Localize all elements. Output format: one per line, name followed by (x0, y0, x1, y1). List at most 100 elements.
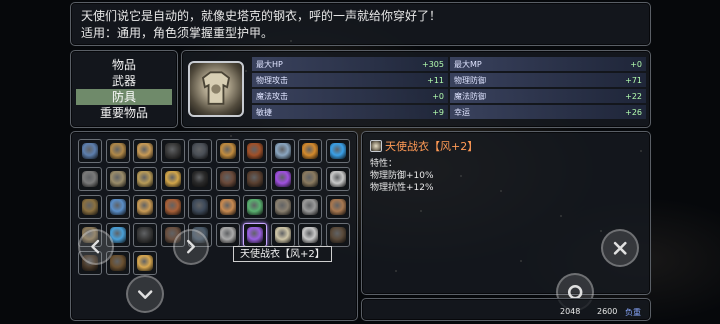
inventory-slot[interactable] (325, 167, 350, 191)
inventory-slot[interactable] (215, 223, 240, 247)
inventory-slot[interactable] (160, 139, 185, 163)
stat-label: 魔法攻击 (256, 91, 288, 101)
inventory-slot[interactable] (133, 251, 157, 275)
boots-icon (247, 171, 263, 187)
weight-footer: 2048 2600 负重 (361, 298, 651, 321)
inventory-slot[interactable] (215, 195, 240, 219)
inventory-slot[interactable] (270, 167, 295, 191)
crown-icon (274, 171, 291, 187)
inventory-slot[interactable] (160, 195, 185, 219)
inventory-slot[interactable] (105, 195, 130, 219)
stat-label: 敏捷 (256, 107, 272, 117)
inventory-slot[interactable] (133, 223, 157, 247)
description-line-1: 天使们说它是自动的，就像史塔克的钢衣，呼的一声就给你穿好了！ (81, 9, 442, 23)
stats-grid: 最大HP +305 最大MP +0 物理攻击 +11 物理防御 +71 魔法攻击 +0 魔法防御 +2… (252, 57, 646, 119)
ring-icon (247, 199, 263, 215)
stat-row: 幸运 +26 (450, 105, 646, 119)
helmet-icon (192, 143, 208, 159)
inventory-slot[interactable] (133, 195, 157, 219)
inventory-slot[interactable] (133, 167, 157, 191)
scroll-down-button[interactable] (126, 275, 164, 313)
category-menu: 物品 武器 防具 重要物品 (70, 50, 178, 128)
shield-icon (82, 143, 98, 159)
inventory-slot[interactable] (298, 195, 322, 219)
stat-label: 魔法防御 (454, 91, 486, 101)
armor-icon (329, 227, 346, 243)
inventory-slot[interactable] (243, 195, 267, 219)
gloves-icon (164, 199, 181, 215)
stat-row: 最大MP +0 (450, 57, 646, 71)
helmet-icon (329, 171, 346, 187)
ring-icon (329, 143, 346, 159)
inventory-slot[interactable] (298, 223, 322, 247)
weight-max: 2600 (597, 307, 618, 316)
stat-value: +305 (422, 59, 444, 69)
armor-icon (109, 143, 126, 159)
stat-row: 魔法攻击 +0 (252, 89, 448, 103)
inventory-slot[interactable] (105, 167, 130, 191)
stat-row: 物理攻击 +11 (252, 73, 448, 87)
armor-icon (247, 227, 263, 243)
inventory-slot[interactable] (78, 167, 102, 191)
trait-line: 物理防御+10% (370, 171, 434, 181)
inventory-slot[interactable] (78, 195, 102, 219)
inventory-slot[interactable] (133, 139, 157, 163)
traits-label: 特性： (370, 159, 398, 169)
inventory-slot[interactable] (78, 139, 102, 163)
stat-value: +71 (625, 75, 642, 85)
armor-icon (329, 199, 346, 215)
close-button[interactable] (601, 229, 639, 267)
stat-value: +26 (625, 107, 642, 117)
inventory-panel (70, 131, 358, 321)
armor-icon (274, 227, 291, 243)
inventory-slot[interactable] (243, 167, 267, 191)
armor-icon (302, 143, 318, 159)
stat-label: 物理攻击 (256, 75, 288, 85)
stat-value: +22 (625, 91, 642, 101)
inventory-slot[interactable] (243, 223, 267, 247)
inventory-slot[interactable] (325, 223, 350, 247)
stat-label: 最大MP (454, 59, 482, 69)
stat-value: +11 (427, 75, 444, 85)
inventory-slot[interactable] (298, 139, 322, 163)
previous-page-button[interactable] (78, 229, 114, 265)
ring-icon (302, 227, 318, 243)
chevron-right-icon (187, 240, 196, 254)
armor-icon (109, 255, 126, 271)
inventory-slot[interactable] (270, 195, 295, 219)
boots-icon (219, 171, 236, 187)
next-page-button[interactable] (173, 229, 209, 265)
inventory-slot[interactable] (270, 139, 295, 163)
cloak-icon (164, 143, 181, 159)
trait-line: 物理抗性+12% (370, 183, 434, 193)
inventory-slot[interactable] (215, 167, 240, 191)
stat-row: 物理防御 +71 (450, 73, 646, 87)
inventory-slot[interactable] (215, 139, 240, 163)
armor-icon (137, 171, 153, 187)
category-item[interactable]: 物品 (76, 57, 172, 73)
inventory-slot[interactable] (298, 167, 322, 191)
stat-row: 最大HP +305 (252, 57, 448, 71)
inventory-slot[interactable] (188, 195, 212, 219)
cloak-icon (192, 171, 208, 187)
detail-title-row: 天使战衣【风+2】 (370, 138, 642, 154)
inventory-slot[interactable] (325, 139, 350, 163)
stat-row: 魔法防御 +22 (450, 89, 646, 103)
inventory-slot[interactable] (270, 223, 295, 247)
chevron-left-icon (91, 240, 100, 254)
armor-icon (109, 171, 126, 187)
inventory-slot[interactable] (188, 167, 212, 191)
stat-label: 幸运 (454, 107, 470, 117)
inventory-slot[interactable] (188, 139, 212, 163)
gloves-icon (219, 199, 236, 215)
inventory-slot[interactable] (243, 139, 267, 163)
category-item[interactable]: 武器 (76, 73, 172, 89)
inventory-slot[interactable] (325, 195, 350, 219)
category-item[interactable]: 防具 (76, 89, 172, 105)
helmet-icon (302, 199, 318, 215)
category-item[interactable]: 重要物品 (76, 105, 172, 121)
orb-icon (274, 143, 291, 159)
inventory-slot[interactable] (160, 167, 185, 191)
boots-icon (192, 199, 208, 215)
inventory-slot[interactable] (105, 139, 130, 163)
